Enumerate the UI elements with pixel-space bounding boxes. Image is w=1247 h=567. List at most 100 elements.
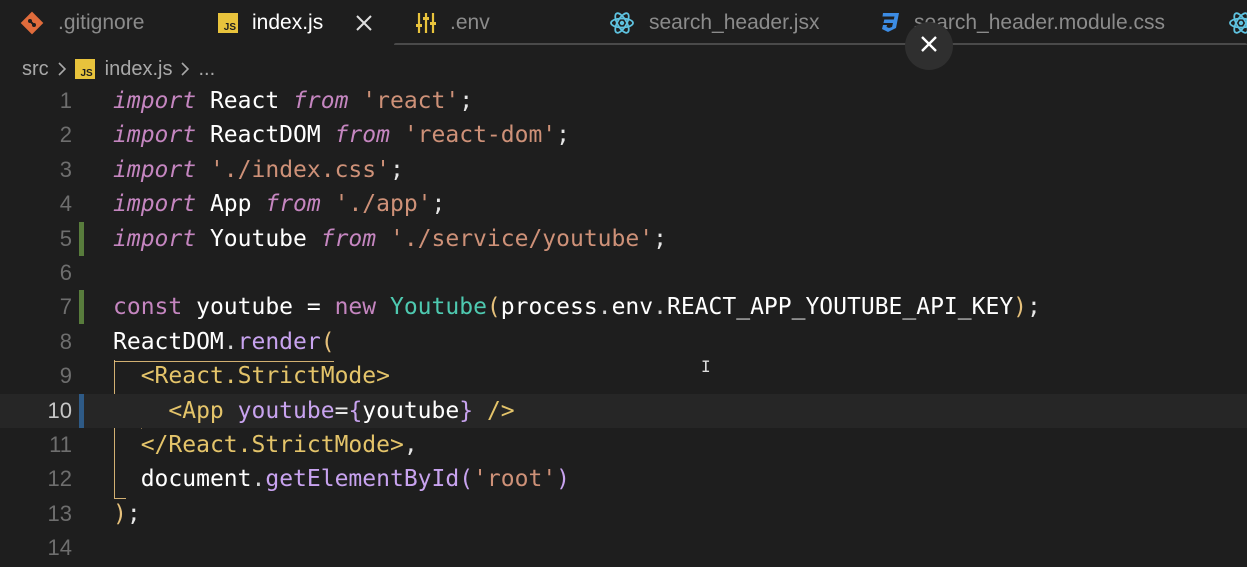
- chevron-right-icon: [180, 61, 190, 77]
- breadcrumb-symbol[interactable]: ...: [198, 58, 215, 81]
- code-line[interactable]: 11 </React.StrictMode>,: [0, 428, 1247, 462]
- code-token: =: [334, 397, 349, 424]
- line-number[interactable]: 6: [0, 256, 72, 290]
- breadcrumb-file[interactable]: index.js: [105, 58, 173, 81]
- code-text: </React.StrictMode>,: [113, 428, 418, 462]
- code-token: getElementById: [265, 466, 460, 493]
- breadcrumb-folder[interactable]: src: [22, 58, 49, 81]
- line-number[interactable]: 4: [0, 187, 72, 221]
- code-token: import: [113, 191, 197, 218]
- js-icon: JS: [218, 12, 238, 33]
- code-line[interactable]: 12 document.getElementById('root'): [0, 462, 1247, 496]
- code-line[interactable]: 4 import App from './app';: [0, 187, 1247, 221]
- code-token: './service/youtube': [389, 225, 654, 252]
- line-number[interactable]: 13: [0, 497, 72, 531]
- code-token: .: [597, 294, 612, 321]
- code-line[interactable]: 2 import ReactDOM from 'react-dom';: [0, 118, 1247, 152]
- code-token: import: [113, 225, 197, 252]
- code-token: />: [486, 397, 515, 424]
- tab-label: .env: [450, 10, 490, 34]
- tab-index-js[interactable]: JS index.js: [218, 0, 373, 45]
- code-token: ;: [1027, 294, 1041, 321]
- code-token: ;: [459, 88, 474, 114]
- code-token: ReactDOM: [196, 122, 335, 149]
- tab-gitignore[interactable]: .gitignore: [20, 0, 144, 45]
- text-cursor-icon: I: [701, 357, 711, 376]
- line-number[interactable]: 9: [0, 359, 72, 393]
- code-line[interactable]: 3 import './index.css';: [0, 153, 1247, 187]
- git-icon: [20, 11, 44, 35]
- code-token: const: [113, 294, 183, 321]
- line-number[interactable]: 12: [0, 462, 72, 496]
- line-number[interactable]: 2: [0, 118, 72, 152]
- code-line[interactable]: 8 ReactDOM.render(: [0, 325, 1247, 359]
- git-added-marker[interactable]: [79, 221, 84, 256]
- tab-scrollbar[interactable]: [394, 43, 1247, 45]
- code-line[interactable]: 5 import Youtube from './service/youtube'…: [0, 221, 1247, 256]
- git-added-marker[interactable]: [79, 290, 84, 325]
- tab-overflow-react[interactable]: [1228, 0, 1247, 45]
- code-line[interactable]: 1 import React from 'react';: [0, 84, 1247, 118]
- tab-label: .gitignore: [58, 10, 145, 34]
- code-editor[interactable]: 1 import React from 'react'; 2 import React…: [0, 84, 1247, 567]
- code-token: ;: [431, 191, 446, 218]
- git-modified-marker[interactable]: [79, 393, 84, 428]
- js-badge: JS: [218, 12, 238, 33]
- code-token: ReactDOM: [113, 328, 224, 355]
- close-icon[interactable]: [355, 14, 373, 32]
- tab-env[interactable]: .env: [416, 0, 490, 45]
- code-token: youtube: [362, 397, 460, 424]
- react-icon: [1228, 11, 1247, 35]
- code-token: 'root': [473, 466, 557, 493]
- code-token: './index.css': [209, 156, 390, 183]
- code-token: {: [348, 397, 363, 424]
- code-token: ;: [653, 225, 667, 252]
- code-token: youtube =: [182, 294, 335, 321]
- code-token: 'react': [362, 88, 460, 114]
- line-number[interactable]: 11: [0, 428, 72, 462]
- code-token: (: [459, 466, 474, 493]
- floating-close-button[interactable]: [905, 22, 953, 70]
- code-text: );: [113, 497, 141, 531]
- code-line[interactable]: 10 <App youtube={youtube} />: [0, 393, 1247, 428]
- code-token: render: [237, 328, 321, 355]
- code-line[interactable]: 13);: [0, 497, 1247, 531]
- line-number[interactable]: 8: [0, 325, 72, 359]
- line-number[interactable]: 1: [0, 84, 72, 118]
- code-line[interactable]: 14: [0, 531, 1247, 565]
- code-token: from: [265, 191, 321, 218]
- js-icon: JS: [74, 59, 95, 79]
- line-number[interactable]: 3: [0, 153, 72, 187]
- code-text: import ReactDOM from 'react-dom';: [113, 118, 570, 152]
- tab-search-header-jsx[interactable]: search_header.jsx: [609, 0, 819, 45]
- code-token: .: [223, 328, 238, 355]
- code-text: import Youtube from './service/youtube';: [113, 222, 667, 256]
- css-icon: [880, 12, 900, 34]
- code-text: import React from 'react';: [113, 84, 473, 118]
- code-line[interactable]: 6: [0, 256, 1247, 290]
- code-token: ,: [403, 432, 418, 458]
- breadcrumb: src JS index.js ...: [22, 55, 215, 83]
- code-token: <React.StrictMode>: [140, 363, 390, 390]
- tab-label: search_header.jsx: [649, 10, 820, 34]
- react-icon: [609, 11, 635, 35]
- code-token: youtube: [237, 397, 335, 424]
- line-number[interactable]: 14: [0, 531, 72, 565]
- code-token: process: [500, 294, 598, 321]
- code-token: .: [251, 466, 266, 493]
- line-number[interactable]: 10: [0, 394, 72, 428]
- line-number[interactable]: 5: [0, 222, 72, 256]
- code-token: (: [320, 328, 335, 355]
- code-token: from: [293, 88, 349, 114]
- code-token: import: [113, 88, 197, 114]
- line-number[interactable]: 7: [0, 290, 72, 324]
- code-token: App: [196, 191, 266, 218]
- code-token: import: [113, 156, 197, 183]
- code-token: }: [459, 397, 474, 424]
- code-line[interactable]: 7 const youtube = new Youtube(process.env…: [0, 290, 1247, 325]
- code-line[interactable]: 9 <React.StrictMode>: [0, 359, 1247, 393]
